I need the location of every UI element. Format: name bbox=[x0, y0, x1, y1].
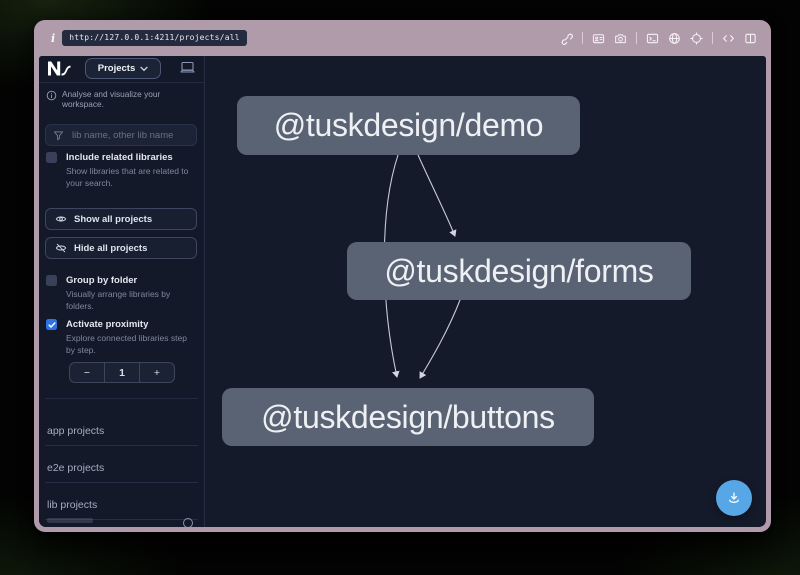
monitor-icon[interactable] bbox=[180, 61, 195, 79]
toolbar-separator bbox=[636, 32, 637, 44]
include-related-checkbox[interactable] bbox=[46, 152, 57, 163]
globe-icon[interactable] bbox=[668, 32, 681, 45]
camera-icon[interactable] bbox=[614, 32, 627, 45]
group-by-folder-description: Visually arrange libraries by folders. bbox=[66, 289, 198, 313]
graph-node-demo[interactable]: @tuskdesign/demo bbox=[237, 96, 580, 155]
hide-all-projects-label: Hide all projects bbox=[74, 243, 147, 254]
search-input[interactable] bbox=[70, 129, 189, 142]
id-card-icon[interactable] bbox=[592, 32, 605, 45]
stepper-increment-button[interactable]: + bbox=[140, 363, 174, 382]
info-icon: i bbox=[51, 32, 55, 45]
stepper-value: 1 bbox=[104, 363, 140, 382]
projects-dropdown-label: Projects bbox=[98, 63, 136, 74]
proximity-stepper: − 1 + bbox=[69, 362, 175, 383]
activate-proximity-setting: Activate proximity Explore connected lib… bbox=[46, 319, 198, 357]
code-icon[interactable] bbox=[722, 32, 735, 45]
tagline-text: Analyse and visualize your workspace. bbox=[62, 89, 198, 109]
graph-node-forms[interactable]: @tuskdesign/forms bbox=[347, 242, 691, 300]
address-url[interactable]: http://127.0.0.1:4211/projects/all bbox=[62, 30, 247, 46]
eye-off-icon bbox=[55, 242, 67, 254]
sidebar: Projects Analyse and visualize your work… bbox=[39, 56, 205, 527]
stepper-decrement-button[interactable]: − bbox=[70, 363, 104, 382]
toolbar-separator bbox=[712, 32, 713, 44]
group-by-folder-checkbox[interactable] bbox=[46, 275, 57, 286]
edge-forms-buttons bbox=[420, 300, 460, 378]
graph-node-demo-label: @tuskdesign/demo bbox=[274, 107, 544, 144]
eye-icon bbox=[55, 213, 67, 225]
group-by-folder-setting: Group by folder Visually arrange librari… bbox=[46, 275, 198, 313]
check-icon bbox=[48, 321, 56, 329]
group-by-folder-label: Group by folder bbox=[66, 275, 137, 286]
graph-canvas[interactable]: @tuskdesign/demo @tuskdesign/forms @tusk… bbox=[206, 56, 766, 527]
partial-row-focus-icon bbox=[183, 518, 193, 527]
activate-proximity-label: Activate proximity bbox=[66, 319, 148, 330]
show-all-projects-button[interactable]: Show all projects bbox=[45, 208, 197, 230]
show-all-projects-label: Show all projects bbox=[74, 214, 152, 225]
hide-all-projects-button[interactable]: Hide all projects bbox=[45, 237, 197, 259]
browser-window: i http://127.0.0.1:4211/projects/all bbox=[34, 20, 771, 532]
nx-logo[interactable] bbox=[46, 59, 73, 83]
crosshair-icon[interactable] bbox=[690, 32, 703, 45]
link-icon[interactable] bbox=[560, 32, 573, 45]
partial-row bbox=[47, 518, 93, 523]
search-box[interactable] bbox=[45, 124, 197, 146]
edge-demo-forms bbox=[418, 155, 455, 236]
graph-node-forms-label: @tuskdesign/forms bbox=[384, 253, 653, 290]
download-graph-button[interactable] bbox=[716, 480, 752, 516]
activate-proximity-checkbox[interactable] bbox=[46, 319, 57, 330]
include-related-description: Show libraries that are related to your … bbox=[66, 166, 198, 190]
graph-node-buttons-label: @tuskdesign/buttons bbox=[261, 399, 555, 436]
sidebar-group-app-projects[interactable]: app projects bbox=[45, 411, 198, 446]
chevron-down-icon bbox=[140, 66, 148, 72]
layout-columns-icon[interactable] bbox=[744, 32, 757, 45]
sidebar-group-lib-projects[interactable]: lib projects bbox=[45, 483, 198, 520]
browser-bar: i http://127.0.0.1:4211/projects/all bbox=[34, 20, 771, 56]
include-related-label: Include related libraries bbox=[66, 152, 173, 163]
app-content: Projects Analyse and visualize your work… bbox=[39, 56, 766, 527]
activate-proximity-description: Explore connected libraries step by step… bbox=[66, 333, 198, 357]
projects-dropdown[interactable]: Projects bbox=[85, 58, 161, 79]
terminal-icon[interactable] bbox=[646, 32, 659, 45]
toolbar-separator bbox=[582, 32, 583, 44]
sidebar-group-e2e-projects[interactable]: e2e projects bbox=[45, 446, 198, 483]
project-group-list: app projects e2e projects lib projects bbox=[45, 398, 198, 520]
info-circle-icon bbox=[46, 90, 57, 101]
sidebar-header: Projects bbox=[39, 56, 204, 83]
workspace-tagline: Analyse and visualize your workspace. bbox=[46, 89, 198, 109]
filter-icon bbox=[53, 130, 64, 141]
include-related-setting: Include related libraries Show libraries… bbox=[46, 152, 198, 190]
download-icon bbox=[726, 490, 742, 506]
graph-node-buttons[interactable]: @tuskdesign/buttons bbox=[222, 388, 594, 446]
